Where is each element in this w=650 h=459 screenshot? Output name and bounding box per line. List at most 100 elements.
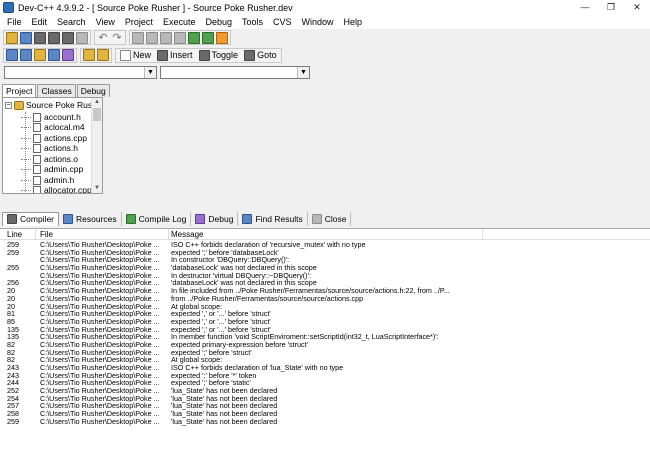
chevron-down-icon[interactable]: ▼	[144, 67, 156, 78]
class-combo[interactable]: ▼	[4, 66, 157, 79]
log-row[interactable]: 20 C:\Users\Tio Rusher\Desktop\Poke ... f…	[0, 295, 650, 303]
debug-check-icon[interactable]	[62, 49, 74, 61]
about-icon[interactable]	[97, 49, 109, 61]
find-icon[interactable]	[132, 31, 144, 44]
column-divider[interactable]	[35, 229, 36, 240]
log-row-file: C:\Users\Tio Rusher\Desktop\Poke ...	[40, 402, 160, 411]
save-icon[interactable]	[34, 31, 46, 44]
maximize-button[interactable]: ❐	[598, 0, 624, 15]
indent-icon[interactable]	[188, 31, 200, 44]
minimize-button[interactable]: —	[572, 0, 598, 15]
tree-item[interactable]: actions.cpp	[21, 133, 87, 143]
column-divider[interactable]	[168, 229, 169, 240]
tab-compiler-label: Compiler	[20, 214, 55, 224]
log-row-file: C:\Users\Tio Rusher\Desktop\Poke ...	[40, 241, 160, 249]
goto-line-icon[interactable]	[174, 31, 186, 44]
menu-project[interactable]: Project	[120, 15, 158, 29]
log-row[interactable]: 85 C:\Users\Tio Rusher\Desktop\Poke ... ex…	[0, 318, 650, 326]
log-row-file: C:\Users\Tio Rusher\Desktop\Poke ...	[40, 356, 160, 365]
menu-search[interactable]: Search	[52, 15, 91, 29]
log-row[interactable]: 254 C:\Users\Tio Rusher\Desktop\Poke ... '…	[0, 395, 650, 403]
menu-tools[interactable]: Tools	[237, 15, 268, 29]
log-row[interactable]: 255 C:\Users\Tio Rusher\Desktop\Poke ... '…	[0, 264, 650, 272]
menu-edit[interactable]: Edit	[27, 15, 53, 29]
menu-help[interactable]: Help	[339, 15, 368, 29]
log-row[interactable]: 243 C:\Users\Tio Rusher\Desktop\Poke ... I…	[0, 364, 650, 372]
log-row[interactable]: 135 C:\Users\Tio Rusher\Desktop\Poke ... I…	[0, 333, 650, 341]
tree-item[interactable]: admin.h	[21, 175, 74, 185]
undo-icon[interactable]: ↶	[97, 32, 109, 44]
scroll-up-icon[interactable]: ▲	[92, 98, 102, 107]
menu-cvs[interactable]: CVS	[268, 15, 297, 29]
menu-window[interactable]: Window	[297, 15, 339, 29]
new-button[interactable]: New	[117, 49, 154, 62]
tree-item[interactable]: aclocal.m4	[21, 122, 85, 132]
tree-item[interactable]: admin.cpp	[21, 164, 83, 174]
scroll-down-icon[interactable]: ▼	[92, 184, 102, 193]
chevron-down-icon[interactable]: ▼	[297, 67, 309, 78]
close-button[interactable]: ✕	[624, 0, 650, 15]
tab-classes[interactable]: Classes	[37, 84, 76, 97]
close-file-icon[interactable]	[62, 31, 74, 44]
log-row[interactable]: 20 C:\Users\Tio Rusher\Desktop\Poke ... At…	[0, 302, 650, 311]
tree-item[interactable]: actions.o	[21, 154, 78, 164]
unindent-icon[interactable]	[202, 31, 214, 44]
tree-scrollbar[interactable]: ▲ ▼	[91, 98, 102, 193]
compile-icon[interactable]	[6, 49, 18, 61]
tab-compiler[interactable]: Compiler	[2, 211, 60, 226]
log-row[interactable]: 82 C:\Users\Tio Rusher\Desktop\Poke ... ex…	[0, 348, 650, 357]
menu-view[interactable]: View	[91, 15, 120, 29]
log-row[interactable]: C:\Users\Tio Rusher\Desktop\Poke ... In d…	[0, 272, 650, 280]
column-header-message[interactable]: Message	[171, 230, 203, 239]
menu-file[interactable]: File	[2, 15, 27, 29]
help-icon[interactable]	[83, 49, 95, 61]
scroll-thumb[interactable]	[93, 108, 101, 121]
insert-button[interactable]: Insert	[154, 49, 196, 62]
tab-compile-log[interactable]: Compile Log	[122, 211, 192, 226]
run-icon[interactable]	[20, 49, 32, 61]
log-row[interactable]: 257 C:\Users\Tio Rusher\Desktop\Poke ... '…	[0, 402, 650, 410]
new-project-icon[interactable]	[6, 31, 18, 44]
log-row-file: C:\Users\Tio Rusher\Desktop\Poke ...	[40, 264, 160, 272]
tab-debug-output[interactable]: Debug	[191, 211, 239, 226]
tab-project[interactable]: Project	[2, 84, 37, 98]
replace-icon[interactable]	[146, 31, 158, 44]
log-row[interactable]: 82 C:\Users\Tio Rusher\Desktop\Poke ... ex…	[0, 341, 650, 349]
log-row[interactable]: 244 C:\Users\Tio Rusher\Desktop\Poke ... e…	[0, 379, 650, 387]
secondary-toolbar: New Insert Toggle Goto	[0, 46, 650, 64]
tree-item[interactable]: account.h	[21, 112, 81, 122]
tree-item[interactable]: allocator.cpp	[21, 185, 92, 193]
log-row[interactable]: 259 C:\Users\Tio Rusher\Desktop\Poke ... I…	[0, 241, 650, 249]
tab-find-results[interactable]: Find Results	[238, 211, 308, 226]
tab-resources[interactable]: Resources	[59, 211, 122, 226]
print-icon[interactable]	[76, 31, 88, 44]
find-next-icon[interactable]	[160, 31, 172, 44]
log-row[interactable]: 258 C:\Users\Tio Rusher\Desktop\Poke ... '…	[0, 410, 650, 418]
goto-button[interactable]: Goto	[241, 49, 280, 62]
log-row[interactable]: 81 C:\Users\Tio Rusher\Desktop\Poke ... ex…	[0, 310, 650, 318]
open-project-icon[interactable]	[20, 31, 32, 44]
redo-icon[interactable]: ↷	[111, 32, 123, 44]
toggle-bookmark-icon[interactable]	[216, 31, 228, 44]
tab-close[interactable]: Close	[308, 211, 352, 226]
log-row[interactable]: 252 C:\Users\Tio Rusher\Desktop\Poke ... '…	[0, 387, 650, 395]
column-header-line[interactable]: Line	[7, 230, 22, 239]
collapse-icon[interactable]: −	[5, 101, 12, 109]
menu-debug[interactable]: Debug	[200, 15, 237, 29]
column-divider[interactable]	[482, 229, 483, 240]
save-all-icon[interactable]	[48, 31, 60, 44]
log-row[interactable]: 259 C:\Users\Tio Rusher\Desktop\Poke ... e…	[0, 248, 650, 257]
member-combo[interactable]: ▼	[160, 66, 310, 79]
toggle-button[interactable]: Toggle	[196, 49, 242, 62]
tree-root[interactable]: − Source Poke Rusher	[5, 100, 102, 110]
compile-log-icon	[125, 213, 136, 224]
log-row[interactable]: 243 C:\Users\Tio Rusher\Desktop\Poke ... e…	[0, 371, 650, 380]
compile-run-icon[interactable]	[34, 49, 46, 61]
tab-debug[interactable]: Debug	[76, 84, 110, 97]
rebuild-all-icon[interactable]	[48, 49, 60, 61]
tree-item[interactable]: actions.h	[21, 143, 78, 153]
log-row[interactable]: 259 C:\Users\Tio Rusher\Desktop\Poke ... '…	[0, 418, 650, 426]
column-header-file[interactable]: File	[40, 230, 53, 239]
menu-execute[interactable]: Execute	[158, 15, 201, 29]
log-row[interactable]: C:\Users\Tio Rusher\Desktop\Poke ... In c…	[0, 256, 650, 264]
